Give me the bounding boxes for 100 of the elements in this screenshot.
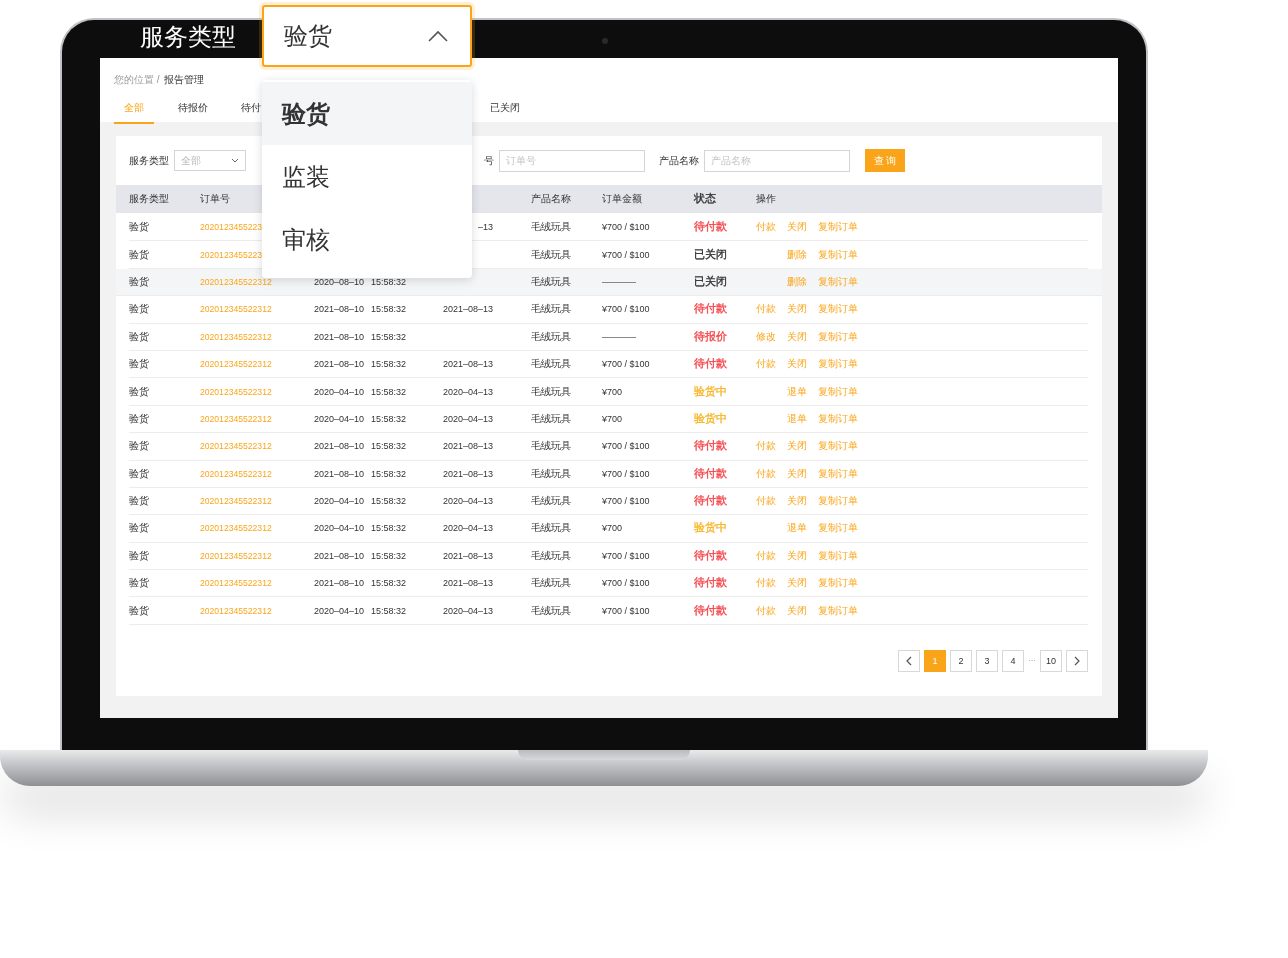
action-link[interactable]: 关闭 (787, 220, 818, 235)
status-text: 待付款 (694, 466, 727, 481)
search-button[interactable]: 查 询 (865, 149, 905, 172)
table-cell-text: ¥700 (602, 386, 624, 397)
table-cell-text: 毛绒玩具 (531, 302, 572, 317)
order-link[interactable]: 202012345522312 (200, 578, 272, 589)
action-link[interactable]: 删除 (787, 274, 818, 289)
action-link[interactable]: 复制订单 (818, 384, 858, 399)
action-link[interactable]: 关闭 (787, 603, 818, 618)
table-cell-text: 毛绒玩具 (531, 247, 572, 262)
order-link[interactable]: 202012345522312 (200, 304, 272, 315)
filter-label: 服务类型 (129, 153, 169, 168)
action-link[interactable]: 复制订单 (818, 302, 858, 317)
dropdown-option[interactable]: 监装 (262, 145, 472, 208)
action-link[interactable]: 关闭 (787, 494, 818, 509)
service-select[interactable]: 全部 (174, 150, 246, 171)
table-cell-text: 15:58:32 (371, 331, 408, 342)
status-text: 待付款 (694, 302, 727, 317)
page-button[interactable]: 10 (1040, 649, 1062, 672)
action-link[interactable]: 退单 (787, 384, 818, 399)
action-link[interactable]: 复制订单 (818, 439, 858, 454)
zoomed-service-select[interactable]: 验货 (262, 5, 472, 67)
page-button[interactable]: 3 (976, 649, 998, 672)
order-link[interactable]: 202012345522312 (200, 386, 272, 397)
breadcrumb-current: 报告管理 (163, 74, 204, 86)
action-link[interactable]: 关闭 (787, 357, 818, 372)
action-link[interactable]: 退单 (787, 521, 818, 536)
order-link[interactable]: 202012345522312 (200, 441, 272, 452)
table-cell: 2021–08–13 (443, 304, 493, 315)
camera-dot (602, 38, 608, 44)
order-link[interactable]: 202012345522312 (200, 331, 272, 342)
action-link[interactable]: 关闭 (787, 466, 818, 481)
page-button[interactable]: 4 (1002, 649, 1024, 672)
action-link[interactable]: 复制订单 (818, 466, 858, 481)
table-cell-text: 15:58:32 (371, 386, 408, 397)
table-cell-text: 验货 (129, 439, 150, 454)
status-text: 待付款 (694, 603, 727, 618)
action-link[interactable]: 复制订单 (818, 357, 858, 372)
table-cell-text: 15:58:32 (371, 496, 408, 507)
tab[interactable]: 已关闭 (476, 101, 534, 124)
table-cell-text: –13 (476, 222, 493, 233)
table-cell-text: 验货 (129, 247, 150, 262)
order-link[interactable]: 202012345522312 (200, 496, 272, 507)
dropdown-option[interactable]: 审核 (262, 208, 472, 271)
column-header: 产品名称 (531, 192, 572, 206)
status-text: 已关闭 (694, 274, 727, 289)
action-link[interactable]: 复制订单 (818, 521, 858, 536)
action-link[interactable]: 关闭 (787, 329, 818, 344)
action-link[interactable]: 复制订单 (818, 603, 858, 618)
breadcrumb-trail: 您的位置 / (114, 74, 160, 86)
action-link[interactable]: 付款 (756, 220, 787, 235)
order-link[interactable]: 202012345522312 (200, 550, 272, 561)
table-cell: 2021–08–13 (443, 468, 493, 479)
table-cell-text: ¥700 / $100 (602, 605, 651, 616)
action-link[interactable]: 付款 (756, 548, 787, 563)
previous-page-button[interactable] (898, 649, 920, 672)
action-link[interactable]: 复制订单 (818, 411, 858, 426)
action-link[interactable]: 付款 (756, 302, 787, 317)
order-link[interactable]: 202012345522312 (200, 276, 272, 287)
order-link[interactable]: 202012345522312 (200, 413, 272, 424)
action-link[interactable]: 修改 (756, 329, 787, 344)
action-link[interactable]: 付款 (756, 466, 787, 481)
action-link[interactable]: 复制订单 (818, 247, 858, 262)
action-link[interactable]: 复制订单 (818, 274, 858, 289)
action-link[interactable]: 付款 (756, 576, 787, 591)
next-page-button[interactable] (1066, 649, 1088, 672)
page-button[interactable]: 2 (950, 649, 972, 672)
tab[interactable]: 全部 (114, 101, 154, 124)
table-cell-text: 毛绒玩具 (531, 384, 572, 399)
order-link[interactable]: 2020123455223 (200, 249, 263, 260)
action-link[interactable]: 退单 (787, 411, 818, 426)
table-cell-text: 15:58:32 (371, 413, 408, 424)
action-link[interactable]: 关闭 (787, 439, 818, 454)
order-link[interactable]: 202012345522312 (200, 359, 272, 370)
action-link[interactable]: 付款 (756, 494, 787, 509)
chevron-right-icon (1074, 655, 1080, 666)
action-link[interactable]: 关闭 (787, 302, 818, 317)
action-link[interactable]: 复制订单 (818, 329, 858, 344)
order-link[interactable]: 2020123455223 (200, 222, 263, 233)
action-link[interactable]: 复制订单 (818, 576, 858, 591)
action-link[interactable]: 付款 (756, 439, 787, 454)
order-link[interactable]: 202012345522312 (200, 605, 272, 616)
action-link[interactable]: 删除 (787, 247, 818, 262)
table-cell-text: 毛绒玩具 (531, 274, 572, 289)
order-link[interactable]: 202012345522312 (200, 468, 272, 479)
action-link[interactable]: 复制订单 (818, 548, 858, 563)
table-cell-text: 15:58:32 (371, 468, 408, 479)
table-cell-text: 毛绒玩具 (531, 220, 572, 235)
status-text: 待付款 (694, 576, 727, 591)
action-link[interactable]: 付款 (756, 357, 787, 372)
action-link[interactable]: 复制订单 (818, 494, 858, 509)
table-cell-text: 验货 (129, 576, 150, 591)
tab[interactable]: 待报价 (164, 101, 222, 124)
action-link[interactable]: 关闭 (787, 548, 818, 563)
order-link[interactable]: 202012345522312 (200, 523, 272, 534)
dropdown-option[interactable]: 验货 (262, 82, 472, 145)
action-link[interactable]: 付款 (756, 603, 787, 618)
action-link[interactable]: 关闭 (787, 576, 818, 591)
action-link[interactable]: 复制订单 (818, 220, 858, 235)
page-button[interactable]: 1 (924, 649, 946, 672)
